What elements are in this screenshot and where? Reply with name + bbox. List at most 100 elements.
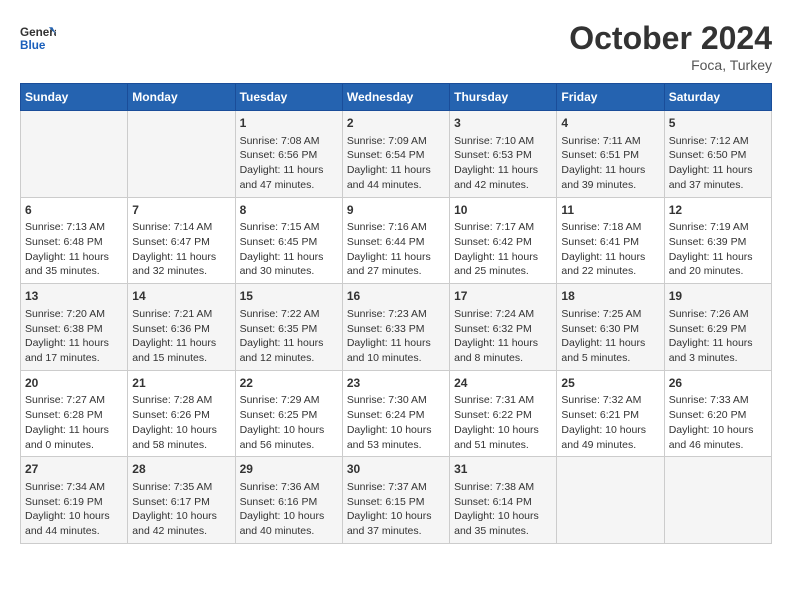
weekday-header: Wednesday bbox=[342, 84, 449, 111]
day-info: Sunrise: 7:15 AMSunset: 6:45 PMDaylight:… bbox=[240, 220, 338, 279]
calendar-cell: 22Sunrise: 7:29 AMSunset: 6:25 PMDayligh… bbox=[235, 370, 342, 457]
calendar-cell: 10Sunrise: 7:17 AMSunset: 6:42 PMDayligh… bbox=[450, 197, 557, 284]
day-info: Sunrise: 7:10 AMSunset: 6:53 PMDaylight:… bbox=[454, 134, 552, 193]
day-info: Sunrise: 7:27 AMSunset: 6:28 PMDaylight:… bbox=[25, 393, 123, 452]
day-number: 19 bbox=[669, 288, 767, 305]
calendar-cell: 5 Sunrise: 7:12 AMSunset: 6:50 PMDaylight… bbox=[664, 111, 771, 198]
day-info: Sunrise: 7:35 AMSunset: 6:17 PMDaylight:… bbox=[132, 480, 230, 539]
day-number: 18 bbox=[561, 288, 659, 305]
logo: General Blue bbox=[20, 20, 56, 56]
calendar-cell: 1 Sunrise: 7:08 AMSunset: 6:56 PMDaylight… bbox=[235, 111, 342, 198]
day-number: 25 bbox=[561, 375, 659, 392]
day-number: 9 bbox=[347, 202, 445, 219]
day-info: Sunrise: 7:13 AMSunset: 6:48 PMDaylight:… bbox=[25, 220, 123, 279]
day-number: 12 bbox=[669, 202, 767, 219]
day-info: Sunrise: 7:12 AMSunset: 6:50 PMDaylight:… bbox=[669, 134, 767, 193]
day-info: Sunrise: 7:20 AMSunset: 6:38 PMDaylight:… bbox=[25, 307, 123, 366]
calendar-cell bbox=[557, 457, 664, 544]
day-info: Sunrise: 7:17 AMSunset: 6:42 PMDaylight:… bbox=[454, 220, 552, 279]
day-number: 10 bbox=[454, 202, 552, 219]
calendar-cell: 20Sunrise: 7:27 AMSunset: 6:28 PMDayligh… bbox=[21, 370, 128, 457]
day-number: 3 bbox=[454, 115, 552, 132]
calendar-cell: 13 Sunrise: 7:20 AMSunset: 6:38 PMDayligh… bbox=[21, 284, 128, 371]
calendar-cell: 21Sunrise: 7:28 AMSunset: 6:26 PMDayligh… bbox=[128, 370, 235, 457]
weekday-header: Friday bbox=[557, 84, 664, 111]
day-info: Sunrise: 7:31 AMSunset: 6:22 PMDaylight:… bbox=[454, 393, 552, 452]
day-number: 11 bbox=[561, 202, 659, 219]
day-info: Sunrise: 7:09 AMSunset: 6:54 PMDaylight:… bbox=[347, 134, 445, 193]
calendar-cell bbox=[21, 111, 128, 198]
svg-text:Blue: Blue bbox=[20, 39, 46, 52]
day-info: Sunrise: 7:23 AMSunset: 6:33 PMDaylight:… bbox=[347, 307, 445, 366]
day-info: Sunrise: 7:29 AMSunset: 6:25 PMDaylight:… bbox=[240, 393, 338, 452]
weekday-header: Monday bbox=[128, 84, 235, 111]
calendar-week-row: 20Sunrise: 7:27 AMSunset: 6:28 PMDayligh… bbox=[21, 370, 772, 457]
day-number: 2 bbox=[347, 115, 445, 132]
day-number: 27 bbox=[25, 461, 123, 478]
day-number: 4 bbox=[561, 115, 659, 132]
day-number: 6 bbox=[25, 202, 123, 219]
calendar-cell: 2 Sunrise: 7:09 AMSunset: 6:54 PMDaylight… bbox=[342, 111, 449, 198]
calendar-cell: 3 Sunrise: 7:10 AMSunset: 6:53 PMDaylight… bbox=[450, 111, 557, 198]
day-number: 13 bbox=[25, 288, 123, 305]
day-number: 20 bbox=[25, 375, 123, 392]
calendar-cell: 26Sunrise: 7:33 AMSunset: 6:20 PMDayligh… bbox=[664, 370, 771, 457]
day-info: Sunrise: 7:26 AMSunset: 6:29 PMDaylight:… bbox=[669, 307, 767, 366]
calendar-cell bbox=[664, 457, 771, 544]
day-number: 24 bbox=[454, 375, 552, 392]
calendar-cell: 4 Sunrise: 7:11 AMSunset: 6:51 PMDaylight… bbox=[557, 111, 664, 198]
calendar-cell: 23Sunrise: 7:30 AMSunset: 6:24 PMDayligh… bbox=[342, 370, 449, 457]
day-info: Sunrise: 7:08 AMSunset: 6:56 PMDaylight:… bbox=[240, 134, 338, 193]
calendar-cell: 15Sunrise: 7:22 AMSunset: 6:35 PMDayligh… bbox=[235, 284, 342, 371]
calendar-cell: 24Sunrise: 7:31 AMSunset: 6:22 PMDayligh… bbox=[450, 370, 557, 457]
day-info: Sunrise: 7:14 AMSunset: 6:47 PMDaylight:… bbox=[132, 220, 230, 279]
calendar-table: SundayMondayTuesdayWednesdayThursdayFrid… bbox=[20, 83, 772, 544]
calendar-cell bbox=[128, 111, 235, 198]
calendar-week-row: 13 Sunrise: 7:20 AMSunset: 6:38 PMDayligh… bbox=[21, 284, 772, 371]
calendar-header-row: SundayMondayTuesdayWednesdayThursdayFrid… bbox=[21, 84, 772, 111]
weekday-header: Saturday bbox=[664, 84, 771, 111]
logo-icon: General Blue bbox=[20, 20, 56, 56]
calendar-cell: 6Sunrise: 7:13 AMSunset: 6:48 PMDaylight… bbox=[21, 197, 128, 284]
calendar-cell: 18 Sunrise: 7:25 AMSunset: 6:30 PMDayligh… bbox=[557, 284, 664, 371]
day-info: Sunrise: 7:19 AMSunset: 6:39 PMDaylight:… bbox=[669, 220, 767, 279]
month-info: October 2024 Foca, Turkey bbox=[569, 20, 772, 73]
day-info: Sunrise: 7:37 AMSunset: 6:15 PMDaylight:… bbox=[347, 480, 445, 539]
calendar-cell: 9Sunrise: 7:16 AMSunset: 6:44 PMDaylight… bbox=[342, 197, 449, 284]
calendar-cell: 25Sunrise: 7:32 AMSunset: 6:21 PMDayligh… bbox=[557, 370, 664, 457]
month-title: October 2024 bbox=[569, 20, 772, 57]
day-number: 14 bbox=[132, 288, 230, 305]
day-info: Sunrise: 7:30 AMSunset: 6:24 PMDaylight:… bbox=[347, 393, 445, 452]
day-info: Sunrise: 7:34 AMSunset: 6:19 PMDaylight:… bbox=[25, 480, 123, 539]
day-number: 22 bbox=[240, 375, 338, 392]
day-info: Sunrise: 7:18 AMSunset: 6:41 PMDaylight:… bbox=[561, 220, 659, 279]
calendar-week-row: 1 Sunrise: 7:08 AMSunset: 6:56 PMDaylight… bbox=[21, 111, 772, 198]
day-number: 17 bbox=[454, 288, 552, 305]
day-info: Sunrise: 7:22 AMSunset: 6:35 PMDaylight:… bbox=[240, 307, 338, 366]
calendar-cell: 11Sunrise: 7:18 AMSunset: 6:41 PMDayligh… bbox=[557, 197, 664, 284]
day-number: 21 bbox=[132, 375, 230, 392]
day-number: 16 bbox=[347, 288, 445, 305]
day-info: Sunrise: 7:25 AMSunset: 6:30 PMDaylight:… bbox=[561, 307, 659, 366]
calendar-cell: 31Sunrise: 7:38 AMSunset: 6:14 PMDayligh… bbox=[450, 457, 557, 544]
day-number: 7 bbox=[132, 202, 230, 219]
weekday-header: Thursday bbox=[450, 84, 557, 111]
day-number: 26 bbox=[669, 375, 767, 392]
day-number: 31 bbox=[454, 461, 552, 478]
day-number: 30 bbox=[347, 461, 445, 478]
day-number: 5 bbox=[669, 115, 767, 132]
calendar-cell: 12Sunrise: 7:19 AMSunset: 6:39 PMDayligh… bbox=[664, 197, 771, 284]
weekday-header: Sunday bbox=[21, 84, 128, 111]
day-info: Sunrise: 7:16 AMSunset: 6:44 PMDaylight:… bbox=[347, 220, 445, 279]
day-info: Sunrise: 7:21 AMSunset: 6:36 PMDaylight:… bbox=[132, 307, 230, 366]
calendar-cell: 27 Sunrise: 7:34 AMSunset: 6:19 PMDayligh… bbox=[21, 457, 128, 544]
day-info: Sunrise: 7:11 AMSunset: 6:51 PMDaylight:… bbox=[561, 134, 659, 193]
calendar-cell: 7Sunrise: 7:14 AMSunset: 6:47 PMDaylight… bbox=[128, 197, 235, 284]
day-number: 29 bbox=[240, 461, 338, 478]
calendar-cell: 19 Sunrise: 7:26 AMSunset: 6:29 PMDayligh… bbox=[664, 284, 771, 371]
calendar-week-row: 27 Sunrise: 7:34 AMSunset: 6:19 PMDayligh… bbox=[21, 457, 772, 544]
calendar-cell: 30 Sunrise: 7:37 AMSunset: 6:15 PMDayligh… bbox=[342, 457, 449, 544]
calendar-cell: 16 Sunrise: 7:23 AMSunset: 6:33 PMDayligh… bbox=[342, 284, 449, 371]
day-info: Sunrise: 7:24 AMSunset: 6:32 PMDaylight:… bbox=[454, 307, 552, 366]
day-number: 1 bbox=[240, 115, 338, 132]
